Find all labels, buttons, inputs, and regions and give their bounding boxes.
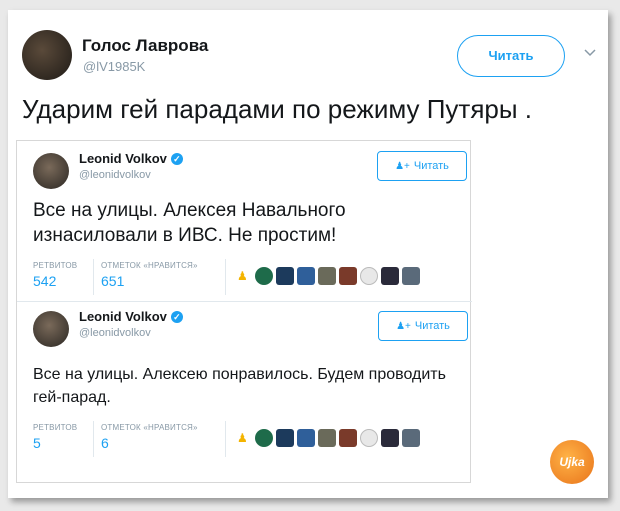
- liker-avatar[interactable]: [317, 429, 336, 447]
- verified-badge-icon: ✓: [170, 311, 183, 323]
- person-add-icon: ♟+: [395, 161, 410, 172]
- embedded-screenshot: Leonid Volkov ✓ @leonidvolkov ♟+ Читать Вс…: [16, 140, 472, 483]
- likers-avatars: ♟: [237, 429, 420, 447]
- author-handle[interactable]: @lV1985K: [83, 59, 145, 74]
- divider: [93, 421, 94, 457]
- quote-avatar[interactable]: [33, 311, 69, 347]
- retweets-count[interactable]: 542: [33, 273, 56, 289]
- likes-label: ОТМЕТОК «НРАВИТСЯ»: [101, 261, 198, 270]
- retweets-count[interactable]: 5: [33, 435, 41, 451]
- liker-avatar[interactable]: [275, 267, 294, 285]
- quote-text: Все на улицы. Алексею понравилось. Будем…: [33, 366, 446, 407]
- author-name[interactable]: Голос Лаврова: [82, 36, 208, 56]
- divider: [93, 259, 94, 295]
- liker-avatar[interactable]: [380, 267, 399, 285]
- verified-badge-icon: ✓: [170, 153, 183, 165]
- liker-avatar[interactable]: [254, 429, 273, 447]
- liker-avatar[interactable]: [254, 267, 273, 285]
- liker-avatar[interactable]: [296, 267, 315, 285]
- liker-avatar[interactable]: [296, 429, 315, 447]
- retweets-label: РЕТВИТОВ: [33, 423, 78, 432]
- retweets-label: РЕТВИТОВ: [33, 261, 78, 270]
- quote-follow-button[interactable]: ♟+ Читать: [377, 151, 467, 181]
- likers-avatars: ♟: [237, 267, 420, 285]
- divider: [17, 301, 472, 302]
- divider: [225, 421, 226, 457]
- follow-button[interactable]: Читать: [457, 35, 565, 77]
- tweet-text: Ударим гей парадами по режиму Путяры .: [22, 94, 532, 124]
- quote-avatar[interactable]: [33, 153, 69, 189]
- quote-author-name[interactable]: Leonid Volkov ✓: [79, 309, 183, 324]
- person-add-icon: ♟+: [396, 321, 411, 332]
- like-icon: ♟: [237, 269, 248, 283]
- liker-avatar[interactable]: [338, 267, 357, 285]
- divider: [225, 259, 226, 295]
- quote-author-handle[interactable]: @leonidvolkov: [79, 169, 151, 181]
- watermark-stamp: Ujka: [550, 440, 594, 484]
- liker-avatar[interactable]: [338, 429, 357, 447]
- liker-avatar[interactable]: [401, 429, 420, 447]
- quote-text: Все на улицы. Алексея Навального изнасил…: [33, 200, 346, 246]
- quote-follow-button[interactable]: ♟+ Читать: [378, 311, 468, 341]
- likes-label: ОТМЕТОК «НРАВИТСЯ»: [101, 423, 198, 432]
- like-icon: ♟: [237, 431, 248, 445]
- quote-author-name[interactable]: Leonid Volkov ✓: [79, 151, 183, 166]
- liker-avatar[interactable]: [359, 429, 378, 447]
- chevron-down-icon[interactable]: [583, 46, 597, 60]
- liker-avatar[interactable]: [401, 267, 420, 285]
- tweet-card: Голос Лаврова @lV1985K Читать Ударим гей…: [8, 10, 608, 498]
- liker-avatar[interactable]: [380, 429, 399, 447]
- author-avatar[interactable]: [22, 30, 72, 80]
- liker-avatar[interactable]: [317, 267, 336, 285]
- likes-count[interactable]: 6: [101, 435, 109, 451]
- quote-author-handle[interactable]: @leonidvolkov: [79, 327, 151, 339]
- liker-avatar[interactable]: [275, 429, 294, 447]
- liker-avatar[interactable]: [359, 267, 378, 285]
- likes-count[interactable]: 651: [101, 273, 124, 289]
